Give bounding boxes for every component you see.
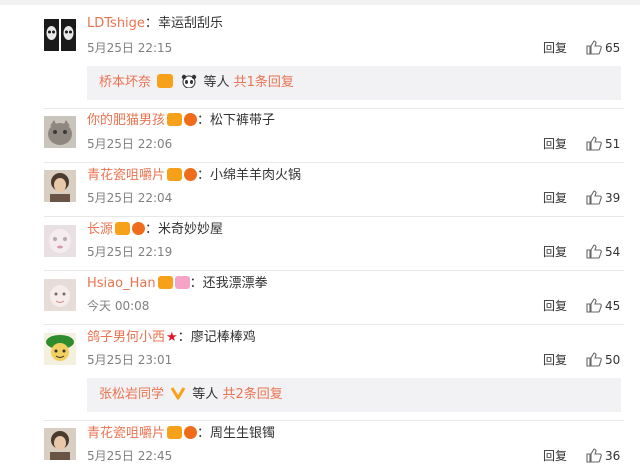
- reply-button[interactable]: 回复: [543, 448, 567, 464]
- sub-reply-username[interactable]: 桥本坏奈: [99, 75, 151, 90]
- top-divider: [0, 0, 640, 5]
- comment-text: 幸运刮刮乐: [157, 16, 223, 31]
- divider: [44, 270, 624, 271]
- sub-reply-count[interactable]: 共1条回复: [234, 75, 294, 90]
- like-button[interactable]: 65: [586, 40, 620, 56]
- comment-text: 松下裤带子: [210, 113, 276, 128]
- like-button[interactable]: 39: [586, 190, 620, 206]
- reply-button[interactable]: 回复: [543, 298, 567, 314]
- panda-icon: [181, 74, 197, 89]
- like-button[interactable]: 54: [586, 244, 620, 260]
- reply-button[interactable]: 回复: [543, 136, 567, 152]
- sub-reply-count[interactable]: 共2条回复: [222, 387, 282, 402]
- like-button[interactable]: 45: [586, 298, 620, 314]
- comment-time: 5月25日 23:01: [87, 353, 173, 367]
- vip-badge-icon: [157, 276, 173, 289]
- star-badge-icon: ★: [166, 330, 178, 345]
- sub-reply-box[interactable]: 张松岩同学 等人 共2条回复: [87, 378, 621, 412]
- avatar[interactable]: [44, 225, 76, 257]
- username[interactable]: 你的肥猫男孩: [87, 113, 165, 128]
- avatar[interactable]: [44, 333, 76, 365]
- comment-time: 5月25日 22:06: [87, 137, 173, 151]
- divider: [44, 324, 624, 325]
- sub-reply-etc: 等人: [203, 75, 230, 90]
- sub-reply-etc: 等人: [192, 387, 219, 402]
- comment-time: 5月25日 22:45: [87, 449, 173, 463]
- thumb-up-icon: [586, 244, 602, 259]
- like-count: 36: [605, 449, 621, 463]
- like-count: 45: [605, 299, 621, 313]
- hot-badge-icon: [184, 426, 198, 439]
- sub-reply-username[interactable]: 张松岩同学: [99, 387, 164, 402]
- gift-badge-icon: [174, 276, 190, 289]
- thumb-up-icon: [586, 298, 602, 313]
- comment-text: 还我漂漂拳: [202, 276, 268, 291]
- like-count: 65: [605, 41, 621, 55]
- thumb-up-icon: [586, 352, 602, 367]
- reply-button[interactable]: 回复: [543, 190, 567, 206]
- comment-feed: LDTshige：幸运刮刮乐 5月25日 22:15 回复 65 桥本坏奈 等人…: [0, 0, 640, 470]
- like-count: 54: [605, 245, 621, 259]
- username[interactable]: Hsiao_Han: [87, 276, 156, 291]
- hot-badge-icon: [184, 113, 198, 126]
- reply-button[interactable]: 回复: [543, 352, 567, 368]
- username[interactable]: 青花瓷咀嚼片: [87, 426, 165, 441]
- reply-button[interactable]: 回复: [543, 40, 567, 56]
- username[interactable]: 青花瓷咀嚼片: [87, 168, 165, 183]
- avatar[interactable]: [44, 19, 76, 51]
- comment-text: 周生生银镯: [210, 426, 276, 441]
- v-badge-icon: [170, 386, 186, 400]
- divider: [44, 216, 624, 217]
- comment-time: 5月25日 22:15: [87, 41, 173, 55]
- like-button[interactable]: 50: [586, 352, 620, 368]
- comment-time: 5月25日 22:04: [87, 191, 173, 205]
- vip-badge-icon: [167, 426, 183, 439]
- like-button[interactable]: 51: [586, 136, 620, 152]
- vip-badge-icon: [157, 74, 174, 88]
- comment-text: 廖记棒棒鸡: [190, 330, 256, 345]
- vip-badge-icon: [167, 113, 183, 126]
- avatar[interactable]: [44, 279, 76, 311]
- divider: [44, 162, 624, 163]
- thumb-up-icon: [586, 40, 602, 55]
- avatar[interactable]: [44, 428, 76, 460]
- reply-button[interactable]: 回复: [543, 244, 567, 260]
- avatar[interactable]: [44, 116, 76, 148]
- comment-time: 5月25日 22:19: [87, 245, 173, 259]
- like-button[interactable]: 36: [586, 448, 620, 464]
- sub-reply-box[interactable]: 桥本坏奈 等人 共1条回复: [87, 66, 621, 100]
- thumb-up-icon: [586, 448, 602, 463]
- like-count: 50: [605, 353, 621, 367]
- username[interactable]: LDTshige: [87, 16, 145, 31]
- divider: [44, 420, 624, 421]
- thumb-up-icon: [586, 136, 602, 151]
- username[interactable]: 鸽子男何小西: [87, 330, 165, 345]
- divider: [44, 108, 624, 109]
- thumb-up-icon: [586, 190, 602, 205]
- avatar[interactable]: [44, 170, 76, 202]
- hot-badge-icon: [132, 222, 146, 235]
- comment-text: 小绵羊羊肉火锅: [210, 168, 302, 183]
- vip-badge-icon: [115, 222, 131, 235]
- hot-badge-icon: [184, 168, 198, 181]
- comment-time: 今天 00:08: [87, 299, 150, 313]
- username[interactable]: 长源: [87, 222, 113, 237]
- like-count: 39: [605, 191, 621, 205]
- like-count: 51: [605, 137, 621, 151]
- comment-text: 米奇妙妙屋: [158, 222, 224, 237]
- vip-badge-icon: [167, 168, 183, 181]
